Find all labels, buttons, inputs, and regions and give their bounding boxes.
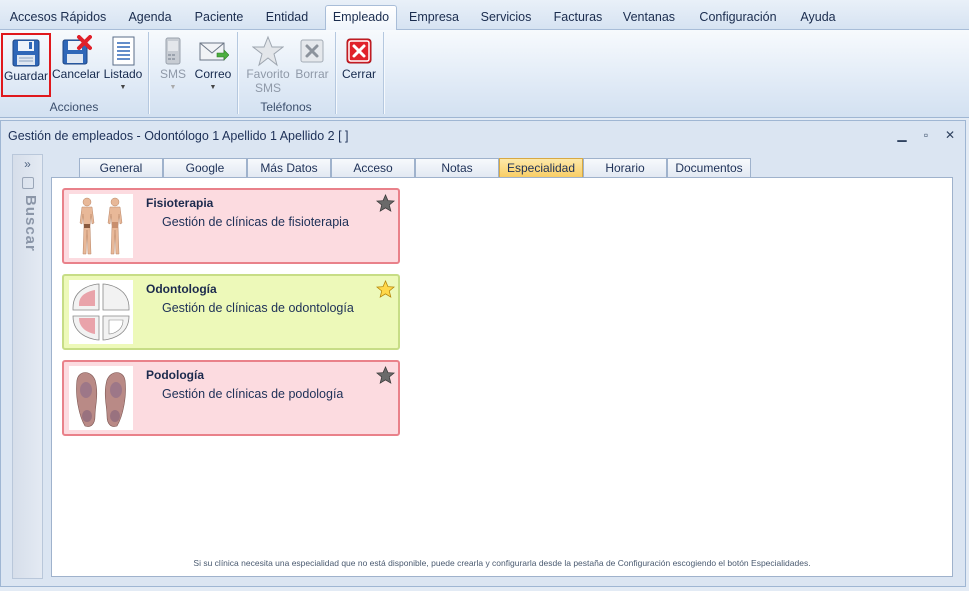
cancel-button-label: Cancelar (52, 67, 101, 81)
ribbon-separator (148, 32, 149, 114)
floppy-disk-icon (12, 39, 40, 67)
star-icon[interactable] (376, 366, 395, 385)
specialty-description: Gestión de clínicas de odontología (162, 301, 354, 315)
tab-especialidad[interactable]: Especialidad (499, 158, 583, 178)
save-button[interactable]: Guardar (1, 33, 51, 97)
chevron-down-icon: ▼ (119, 84, 127, 91)
employee-window: Gestión de empleados - Odontólogo 1 Apel… (0, 120, 966, 587)
body-figure-icon (69, 194, 133, 258)
star-icon[interactable] (376, 194, 395, 213)
ribbon-tab-ayuda[interactable]: Ayuda (792, 6, 844, 30)
expand-chevron-icon[interactable]: » (13, 157, 42, 171)
chevron-down-icon: ▼ (209, 84, 217, 91)
window-close-icon[interactable]: ✕ (942, 127, 958, 143)
favorite-sms-button[interactable]: Favorito SMS (244, 33, 292, 97)
search-panel-label: Buscar (22, 195, 39, 252)
tab-notas[interactable]: Notas (415, 158, 499, 178)
sms-button-label: SMS (159, 67, 186, 81)
ribbon-tab-accesos-rapidos[interactable]: Accesos Rápidos (5, 6, 111, 30)
group-label-acciones: Acciones (49, 100, 99, 114)
phone-icon (165, 37, 181, 65)
favorite-star-icon[interactable] (376, 280, 395, 299)
group-label-telefonos: Teléfonos (260, 100, 312, 114)
footnote-text: Si su clínica necesita una especialidad … (193, 558, 811, 568)
feet-soles-icon (69, 366, 133, 430)
sms-button[interactable]: SMS ▼ (154, 33, 192, 97)
save-button-label: Guardar (3, 69, 49, 83)
ribbon-tab-empresa[interactable]: Empresa (404, 6, 464, 30)
delete-button[interactable]: Borrar (292, 33, 332, 97)
close-button-label: Cerrar (341, 67, 376, 81)
search-side-panel[interactable]: » Buscar (12, 154, 43, 579)
specialty-description: Gestión de clínicas de fisioterapia (162, 215, 349, 229)
ribbon-panel: Guardar Cancelar Listado ▼ Acciones SMS … (0, 30, 969, 118)
tab-google[interactable]: Google (163, 158, 247, 178)
favorite-sms-button-label: Favorito SMS (246, 67, 290, 95)
specialty-title: Fisioterapia (146, 196, 214, 210)
ribbon-separator (335, 32, 336, 114)
ribbon-tab-ventanas[interactable]: Ventanas (617, 6, 681, 30)
ribbon-separator (383, 32, 384, 114)
specialty-description: Gestión de clínicas de podología (162, 387, 344, 401)
ribbon-tab-servicios[interactable]: Servicios (474, 6, 538, 30)
minimize-icon[interactable]: ▁ (894, 127, 910, 143)
search-icon (22, 177, 34, 189)
delete-icon (300, 39, 324, 63)
close-icon (346, 38, 372, 64)
specialty-title: Podología (146, 368, 204, 382)
tab-mas-datos[interactable]: Más Datos (247, 158, 331, 178)
tab-documentos[interactable]: Documentos (667, 158, 751, 178)
cancel-button[interactable]: Cancelar (52, 33, 100, 97)
specialty-title: Odontología (146, 282, 217, 296)
chevron-down-icon: ▼ (169, 84, 177, 91)
specialty-card-podologia[interactable]: Podología Gestión de clínicas de podolog… (62, 360, 400, 436)
star-icon (252, 35, 284, 67)
floppy-cancel-icon (62, 35, 92, 65)
tab-general[interactable]: General (79, 158, 163, 178)
tab-acceso[interactable]: Acceso (331, 158, 415, 178)
ribbon-tab-empleado[interactable]: Empleado (325, 5, 397, 31)
specialty-panel: Fisioterapia Gestión de clínicas de fisi… (51, 177, 953, 577)
specialty-card-fisioterapia[interactable]: Fisioterapia Gestión de clínicas de fisi… (62, 188, 400, 264)
delete-button-label: Borrar (295, 67, 329, 81)
tab-horario[interactable]: Horario (583, 158, 667, 178)
email-button[interactable]: Correo ▼ (193, 33, 233, 97)
envelope-icon (199, 42, 229, 61)
list-button-label: Listado (103, 67, 143, 81)
close-button[interactable]: Cerrar (340, 33, 378, 97)
ribbon-tab-paciente[interactable]: Paciente (188, 6, 250, 30)
teeth-arch-icon (69, 280, 133, 344)
ribbon-tab-entidad[interactable]: Entidad (258, 6, 316, 30)
ribbon-tab-facturas[interactable]: Facturas (547, 6, 609, 30)
restore-icon[interactable]: ▫ (918, 127, 934, 143)
ribbon-separator (237, 32, 238, 114)
ribbon-tab-agenda[interactable]: Agenda (119, 6, 181, 30)
specialty-card-odontologia[interactable]: Odontología Gestión de clínicas de odont… (62, 274, 400, 350)
ribbon-tab-configuracion[interactable]: Configuración (692, 6, 784, 30)
ribbon-tab-bar: Accesos Rápidos Agenda Paciente Entidad … (0, 0, 969, 31)
list-button[interactable]: Listado ▼ (102, 33, 144, 97)
list-document-icon (112, 36, 135, 66)
window-title: Gestión de empleados - Odontólogo 1 Apel… (8, 129, 349, 143)
email-button-label: Correo (194, 67, 232, 81)
